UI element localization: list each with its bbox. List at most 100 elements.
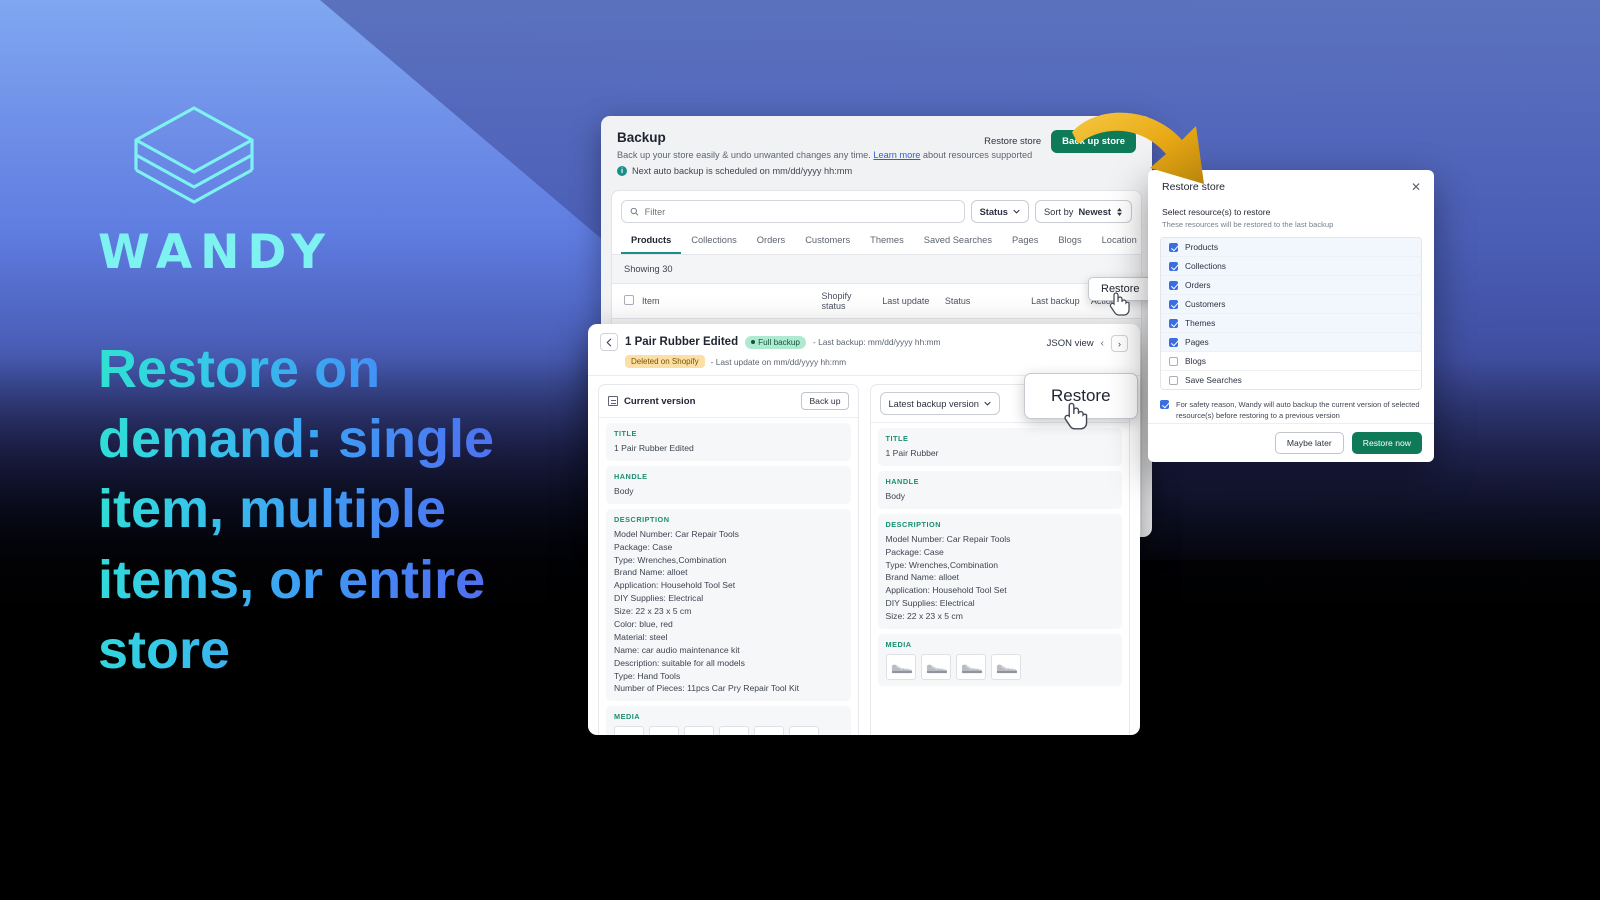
detail-title: 1 Pair Rubber Edited <box>625 336 739 348</box>
tab-saved-searches[interactable]: Saved Searches <box>914 230 1002 254</box>
description-field-label: DESCRIPTION <box>614 514 670 524</box>
tab-products[interactable]: Products <box>621 230 682 254</box>
handle-field: HANDLE Body <box>877 470 1122 509</box>
auto-backup-note: i Next auto backup is scheduled on mm/dd… <box>617 166 1136 176</box>
media-thumbnail[interactable] <box>990 654 1021 681</box>
title-field-value: 1 Pair Rubber <box>885 448 939 458</box>
resource-checkbox-row[interactable]: Save Searches <box>1161 371 1421 389</box>
description-field: DESCRIPTION Model Number: Car Repair Too… <box>877 513 1122 630</box>
restore-now-button[interactable]: Restore now <box>1351 432 1422 454</box>
resource-label: Orders <box>1185 280 1211 290</box>
media-thumbnail-grid <box>885 654 1115 681</box>
resource-checkbox[interactable] <box>1169 299 1178 309</box>
resource-checkbox-row[interactable]: Themes <box>1161 314 1421 333</box>
handle-field: HANDLE Body <box>606 465 851 504</box>
current-version-header: Current version Back up <box>599 385 858 418</box>
media-thumbnail[interactable] <box>885 654 916 681</box>
list-icon <box>608 396 618 406</box>
shoe-image <box>618 733 642 735</box>
modal-footer: Maybe later Restore now <box>1148 423 1434 462</box>
media-field-label: MEDIA <box>885 640 912 650</box>
full-backup-badge: Full backup <box>745 335 806 349</box>
sort-by-value: Newest <box>1078 206 1111 217</box>
maybe-later-button[interactable]: Maybe later <box>1274 432 1344 454</box>
tab-collections[interactable]: Collections <box>681 230 746 254</box>
promo-block: WANDY Restore on demand: single item, mu… <box>98 100 568 685</box>
media-thumbnail[interactable] <box>754 726 784 735</box>
resource-checkbox-row[interactable]: Customers <box>1161 295 1421 314</box>
media-thumbnail[interactable] <box>955 654 986 681</box>
backup-version-select[interactable]: Latest backup version <box>879 392 1000 415</box>
restore-callout-button[interactable]: Restore <box>1024 373 1138 419</box>
description-field-label: DESCRIPTION <box>885 519 941 529</box>
back-up-button[interactable]: Back up <box>801 392 849 410</box>
modal-header: Restore store ✕ <box>1148 170 1434 199</box>
tab-location[interactable]: Location <box>1092 230 1147 254</box>
back-button[interactable] <box>600 333 618 351</box>
select-all-checkbox-cell[interactable] <box>612 283 638 319</box>
status-filter-button[interactable]: Status <box>970 200 1029 223</box>
resource-checkbox[interactable] <box>1169 375 1178 385</box>
media-field: MEDIA Show more <box>606 706 851 735</box>
description-line: Package: Case <box>614 541 673 552</box>
resource-checkbox-row[interactable]: Pages <box>1161 333 1421 352</box>
close-icon[interactable]: ✕ <box>1410 181 1422 193</box>
resource-checkbox[interactable] <box>1169 280 1178 290</box>
media-thumbnail[interactable] <box>719 726 749 735</box>
title-field: TITLE 1 Pair Rubber <box>877 428 1122 466</box>
tab-orders[interactable]: Orders <box>747 230 795 254</box>
tab-blogs[interactable]: Blogs <box>1048 230 1091 254</box>
resource-tabs: Products Collections Orders Customers Th… <box>612 230 1141 255</box>
resource-label: Blogs <box>1185 356 1206 366</box>
resource-checkbox-row[interactable]: Products <box>1161 238 1421 257</box>
description-line: Size: 22 x 23 x 5 cm <box>614 606 692 617</box>
resource-checkbox[interactable] <box>1169 337 1178 347</box>
description-line: Model Number: Car Repair Tools <box>614 528 739 539</box>
status-filter-label: Status <box>979 206 1008 217</box>
media-thumbnail[interactable] <box>920 654 951 681</box>
resource-label: Themes <box>1185 318 1216 328</box>
resource-checkbox[interactable] <box>1169 261 1178 271</box>
handle-field-value: Body <box>614 485 634 496</box>
resource-checkbox-row[interactable]: Blogs <box>1161 352 1421 371</box>
media-thumbnail[interactable] <box>789 726 819 735</box>
media-thumbnail[interactable] <box>649 726 679 735</box>
auto-backup-note-text: Next auto backup is scheduled on mm/dd/y… <box>632 166 853 176</box>
safety-checkbox[interactable] <box>1160 400 1169 409</box>
restore-store-link[interactable]: Restore store <box>984 136 1041 147</box>
description-line: Brand Name: alloet <box>614 567 688 578</box>
filter-input-wrap[interactable] <box>621 200 965 223</box>
resource-label: Products <box>1185 242 1219 252</box>
tab-themes[interactable]: Themes <box>860 230 914 254</box>
col-item: Item <box>638 283 818 319</box>
tab-customers[interactable]: Customers <box>795 230 860 254</box>
resource-checkbox[interactable] <box>1169 356 1178 366</box>
description-line: Brand Name: alloet <box>885 572 960 583</box>
description-line: Application: Household Tool Set <box>885 585 1007 596</box>
media-thumbnail[interactable] <box>684 726 714 735</box>
description-line: Type: Wrenches,Combination <box>614 554 727 565</box>
resource-checkbox-row[interactable]: Collections <box>1161 257 1421 276</box>
filter-input[interactable] <box>644 206 956 217</box>
modal-section-description: These resources will be restored to the … <box>1162 220 1334 229</box>
title-field: TITLE 1 Pair Rubber Edited <box>606 423 851 461</box>
media-thumbnail[interactable] <box>614 726 644 735</box>
tab-pages[interactable]: Pages <box>1002 230 1048 254</box>
select-all-checkbox[interactable] <box>624 295 634 305</box>
description-field-value: Model Number: Car Repair Tools Package: C… <box>886 533 1115 623</box>
layers-stack-icon <box>134 106 254 204</box>
prev-item-button[interactable]: ‹ <box>1101 338 1104 349</box>
next-item-button[interactable]: › <box>1111 335 1128 352</box>
last-update-meta: - Last update on mm/dd/yyyy hh:mm <box>710 356 847 367</box>
resource-checkbox-row[interactable]: Orders <box>1161 276 1421 295</box>
back-up-store-button[interactable]: Back up store <box>1051 130 1136 153</box>
restore-tooltip-button[interactable]: Restore <box>1088 277 1153 301</box>
resource-checkbox-list: Products Collections Orders Customers Themes… <box>1160 237 1422 390</box>
sort-by-button[interactable]: Sort by Newest <box>1034 200 1132 223</box>
resource-checkbox[interactable] <box>1169 242 1178 252</box>
restore-store-modal: Restore store ✕ Select resource(s) to re… <box>1148 170 1434 462</box>
json-view-button[interactable]: JSON view <box>1047 338 1094 349</box>
learn-more-link[interactable]: Learn more <box>873 150 920 160</box>
resource-checkbox[interactable] <box>1169 318 1178 328</box>
handle-field-label: HANDLE <box>614 471 648 481</box>
